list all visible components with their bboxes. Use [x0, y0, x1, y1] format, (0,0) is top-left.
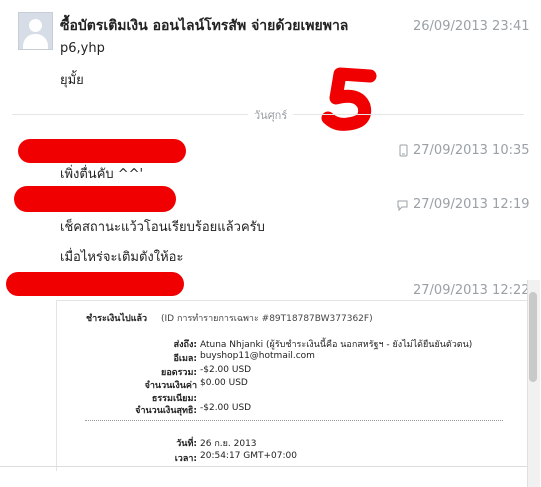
message-timestamp: 27/09/2013 10:35 — [413, 143, 530, 158]
message-timestamp: 26/09/2013 23:41 — [413, 19, 530, 34]
bottom-divider — [0, 466, 527, 467]
annotation-number-five — [321, 67, 377, 131]
redacted-sender — [14, 186, 176, 212]
receipt-value: buyshop11@hotmail.com — [200, 351, 315, 361]
message-text: เพิ่งตื่นคับ ^^' — [60, 167, 144, 182]
message-timestamp: 27/09/2013 12:19 — [413, 197, 530, 212]
scrollbar-thumb[interactable] — [529, 292, 537, 382]
receipt-value: -$2.00 USD — [200, 365, 252, 375]
receipt-title: ชำระเงินไปแล้ว — [86, 314, 148, 324]
receipt-value: 26 ก.ย. 2013 — [200, 439, 257, 449]
redacted-sender — [18, 139, 186, 163]
receipt-label: จำนวนเงินสุทธิ: — [135, 406, 197, 416]
receipt-separator — [85, 420, 503, 421]
receipt-label: เวลา: — [174, 454, 197, 464]
mobile-icon — [399, 144, 408, 157]
sender-name[interactable]: ซื้อบัตรเติมเงิน ออนไลน์โทรสัพ จ่ายด้วยเ… — [60, 15, 348, 37]
sender-avatar[interactable] — [18, 12, 53, 50]
receipt-id: (ID การทำรายการเฉพาะ #89T18787BW377362F) — [161, 314, 373, 324]
receipt-value: Atuna Nhjanki (ผู้รับชำระเงินนี้คือ นอกส… — [200, 340, 473, 350]
receipt-value: -$2.00 USD — [200, 403, 252, 413]
message-text: ยุมั้ย — [60, 73, 84, 88]
redacted-sender — [6, 272, 184, 296]
receipt-value: $0.00 USD — [200, 378, 248, 388]
receipt-label: ส่งถึง: — [173, 340, 197, 350]
message-text: เมื่อไหร่จะเติมตังให้อะ — [60, 250, 184, 265]
day-divider-label: วันศุกร์ — [248, 106, 294, 124]
receipt-label: อีเมล: — [173, 354, 197, 364]
receipt-label: ยอดรวม: — [161, 368, 197, 378]
receipt-label: จำนวนเงินค่า — [144, 381, 197, 391]
receipt-value: 20:54:17 GMT+07:00 — [200, 451, 297, 461]
receipt-label: วันที่: — [176, 439, 197, 449]
message-timestamp: 27/09/2013 12:22 — [413, 283, 530, 298]
message-text: เช็คสถานะแว้วโอนเรียบร้อยแล้วครับ — [60, 220, 265, 235]
message-text: p6,yhp — [60, 41, 105, 56]
chat-bubble-icon — [397, 200, 408, 211]
payment-receipt-image[interactable]: ชำระเงินไปแล้ว (ID การทำรายการเฉพาะ #89T… — [56, 300, 533, 471]
